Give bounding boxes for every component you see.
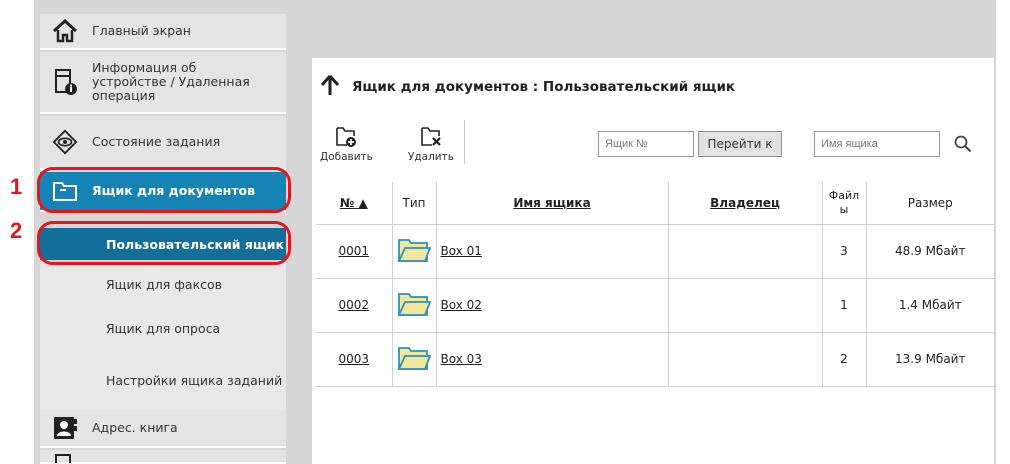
sort-asc-icon: ▲ <box>358 195 368 210</box>
sidebar-item-job-box-settings[interactable]: Настройки ящика заданий <box>40 350 286 410</box>
toolbar-divider <box>464 120 465 164</box>
folder-open-icon <box>397 292 432 320</box>
eye-icon <box>52 129 78 155</box>
table-row: 0002 Box 02 1 1.4 Мбайт <box>316 278 994 333</box>
page-title-text: Ящик для документов : Пользовательский я… <box>352 79 736 95</box>
add-button[interactable]: Добавить <box>320 126 373 163</box>
page-title: Ящик для документов : Пользовательский я… <box>320 74 735 100</box>
home-icon <box>52 18 78 44</box>
document-icon <box>52 443 78 464</box>
box-number-link[interactable]: 0001 <box>316 224 393 279</box>
folder-open-icon <box>397 238 432 266</box>
delete-folder-icon <box>419 126 443 151</box>
delete-button[interactable]: Удалить <box>408 126 454 163</box>
sidebar-item-job-status[interactable]: Состояние задания <box>40 116 286 170</box>
box-owner-cell <box>668 278 823 333</box>
box-type-cell <box>392 224 437 279</box>
callout-2: 2 <box>10 218 23 243</box>
box-files-cell: 2 <box>822 332 867 387</box>
col-size-header: Размер <box>866 182 994 225</box>
table-header-row: № ▲ Тип Имя ящика Владелец Файл ы Размер <box>316 182 994 225</box>
highlight-user-box <box>37 221 291 265</box>
box-name-link[interactable]: Box 01 <box>441 244 482 258</box>
box-owner-cell <box>668 224 823 279</box>
box-name-cell: Box 02 <box>436 278 669 333</box>
add-label: Добавить <box>320 151 373 163</box>
device-info-icon <box>52 69 78 95</box>
box-size-cell: 1.4 Мбайт <box>866 278 994 333</box>
box-number-input[interactable] <box>598 131 694 157</box>
box-number-link[interactable]: 0002 <box>316 278 393 333</box>
table-row: 0003 Box 03 2 13.9 Мбайт <box>316 332 994 387</box>
box-type-cell <box>392 278 437 333</box>
box-name-cell: Box 01 <box>436 224 669 279</box>
col-number-header[interactable]: № ▲ <box>316 182 393 225</box>
sidebar-item-label: Состояние задания <box>92 134 221 149</box>
box-files-cell: 3 <box>822 224 867 279</box>
sidebar-item-polling-box[interactable]: Ящик для опроса <box>40 306 286 350</box>
sidebar-item-label: Настройки ящика заданий <box>106 372 283 388</box>
box-files-cell: 1 <box>822 278 867 333</box>
box-number-link[interactable]: 0003 <box>316 332 393 387</box>
callout-1: 1 <box>10 174 23 199</box>
box-table: № ▲ Тип Имя ящика Владелец Файл ы Размер … <box>316 182 994 387</box>
col-name-header[interactable]: Имя ящика <box>436 182 669 225</box>
col-owner-header[interactable]: Владелец <box>668 182 823 225</box>
box-size-cell: 48.9 Мбайт <box>866 224 994 279</box>
sidebar-item-label: Ящик для факсов <box>106 276 223 292</box>
folder-open-icon <box>397 346 432 374</box>
col-type-header: Тип <box>392 182 437 225</box>
col-files-header: Файл ы <box>822 182 867 225</box>
box-name-link[interactable]: Box 02 <box>441 298 482 312</box>
table-row: 0001 Box 01 3 48.9 Мбайт <box>316 224 994 279</box>
arrow-up-icon[interactable] <box>320 74 340 100</box>
sidebar-item-label: Главный экран <box>92 23 191 38</box>
box-name-link[interactable]: Box 03 <box>441 352 482 366</box>
box-type-cell <box>392 332 437 387</box>
sidebar-item-device-info[interactable]: Информация об устройстве / Удаленная опе… <box>40 52 286 114</box>
sidebar-item-next[interactable] <box>40 450 286 464</box>
search-icon[interactable] <box>954 135 972 157</box>
highlight-document-box <box>37 167 291 213</box>
box-name-input[interactable] <box>814 131 940 157</box>
main-panel: Ящик для документов : Пользовательский я… <box>312 58 994 464</box>
delete-label: Удалить <box>408 151 454 163</box>
box-owner-cell <box>668 332 823 387</box>
address-book-icon <box>52 415 78 441</box>
box-size-cell: 13.9 Мбайт <box>866 332 994 387</box>
sidebar-item-label: Ящик для опроса <box>106 320 221 336</box>
sidebar-item-label: Адрес. книга <box>92 420 178 435</box>
add-folder-icon <box>334 126 358 151</box>
sidebar-item-label: Информация об устройстве / Удаленная опе… <box>92 60 250 103</box>
go-to-button[interactable]: Перейти к <box>698 131 782 157</box>
sidebar-item-fax-box[interactable]: Ящик для факсов <box>40 262 286 306</box>
box-name-cell: Box 03 <box>436 332 669 387</box>
sidebar-item-home[interactable]: Главный экран <box>40 14 286 50</box>
